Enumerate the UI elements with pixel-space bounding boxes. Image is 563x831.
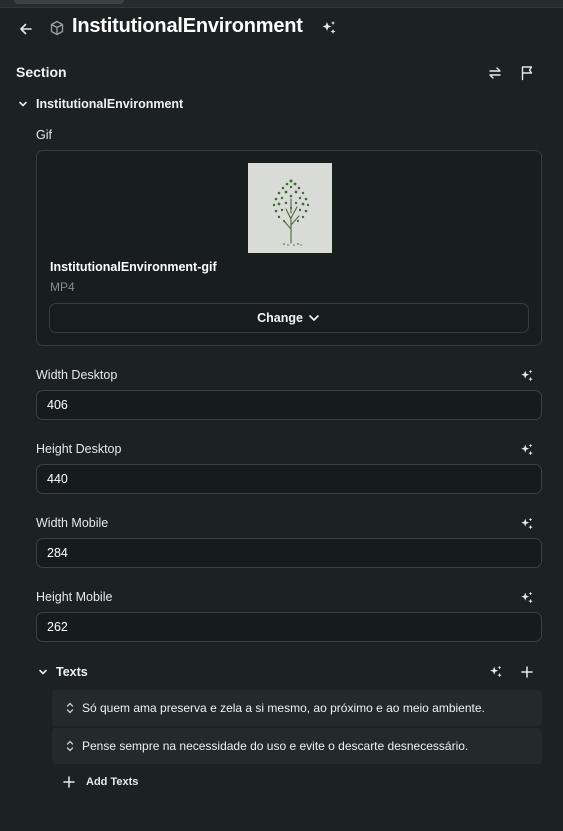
chevron-down-icon	[36, 665, 50, 679]
height-desktop-input[interactable]	[36, 464, 542, 494]
top-toolbar-strip	[0, 0, 563, 8]
list-item[interactable]: Só quem ama preserva e zela a si mesmo, …	[52, 690, 542, 726]
height-mobile-label: Height Mobile	[36, 590, 113, 604]
asset-type: MP4	[50, 280, 75, 294]
sparkle-icon[interactable]	[488, 664, 504, 680]
cube-icon	[48, 19, 66, 37]
gif-thumbnail[interactable]	[248, 163, 332, 253]
texts-toggle[interactable]: Texts	[36, 663, 88, 681]
change-button-label: Change	[257, 311, 303, 325]
asset-name: InstitutionalEnvironment-gif	[50, 260, 217, 274]
width-mobile-label: Width Mobile	[36, 516, 109, 530]
change-button[interactable]: Change	[49, 303, 529, 333]
add-texts-button[interactable]: Add Texts	[62, 773, 138, 791]
width-mobile-input[interactable]	[36, 538, 542, 568]
width-desktop-input[interactable]	[36, 390, 542, 420]
page-title: InstitutionalEnvironment	[72, 15, 303, 37]
section-title: Section	[16, 64, 67, 80]
swap-arrows-icon[interactable]	[486, 64, 504, 82]
plus-icon[interactable]	[519, 664, 535, 680]
drag-handle-icon[interactable]	[64, 701, 76, 715]
sparkle-icon[interactable]	[519, 368, 535, 384]
height-desktop-label: Height Desktop	[36, 442, 122, 456]
chevron-down-icon	[307, 311, 321, 325]
gif-asset-card: InstitutionalEnvironment-gif MP4 Change	[36, 150, 542, 346]
height-mobile-input[interactable]	[36, 612, 542, 642]
group-toggle-institutional-environment[interactable]: InstitutionalEnvironment	[16, 95, 183, 113]
sparkle-icon[interactable]	[320, 19, 338, 37]
tab-stub	[14, 0, 124, 4]
sparkle-icon[interactable]	[519, 516, 535, 532]
list-item[interactable]: Pense sempre na necessidade do uso e evi…	[52, 728, 542, 764]
sparkle-icon[interactable]	[519, 442, 535, 458]
flag-icon[interactable]	[518, 64, 536, 82]
arrow-left-icon[interactable]	[16, 19, 36, 39]
width-desktop-label: Width Desktop	[36, 368, 118, 382]
chevron-down-icon	[16, 97, 30, 111]
drag-handle-icon[interactable]	[64, 739, 76, 753]
gif-label: Gif	[36, 128, 52, 142]
panel-header: InstitutionalEnvironment	[0, 8, 563, 50]
group-label: InstitutionalEnvironment	[36, 97, 184, 111]
sparkle-icon[interactable]	[519, 590, 535, 606]
plus-icon	[62, 775, 76, 789]
add-texts-label: Add Texts	[86, 776, 139, 788]
list-item-label: Pense sempre na necessidade do uso e evi…	[82, 739, 469, 753]
list-item-label: Só quem ama preserva e zela a si mesmo, …	[82, 701, 485, 715]
texts-label: Texts	[56, 665, 88, 679]
